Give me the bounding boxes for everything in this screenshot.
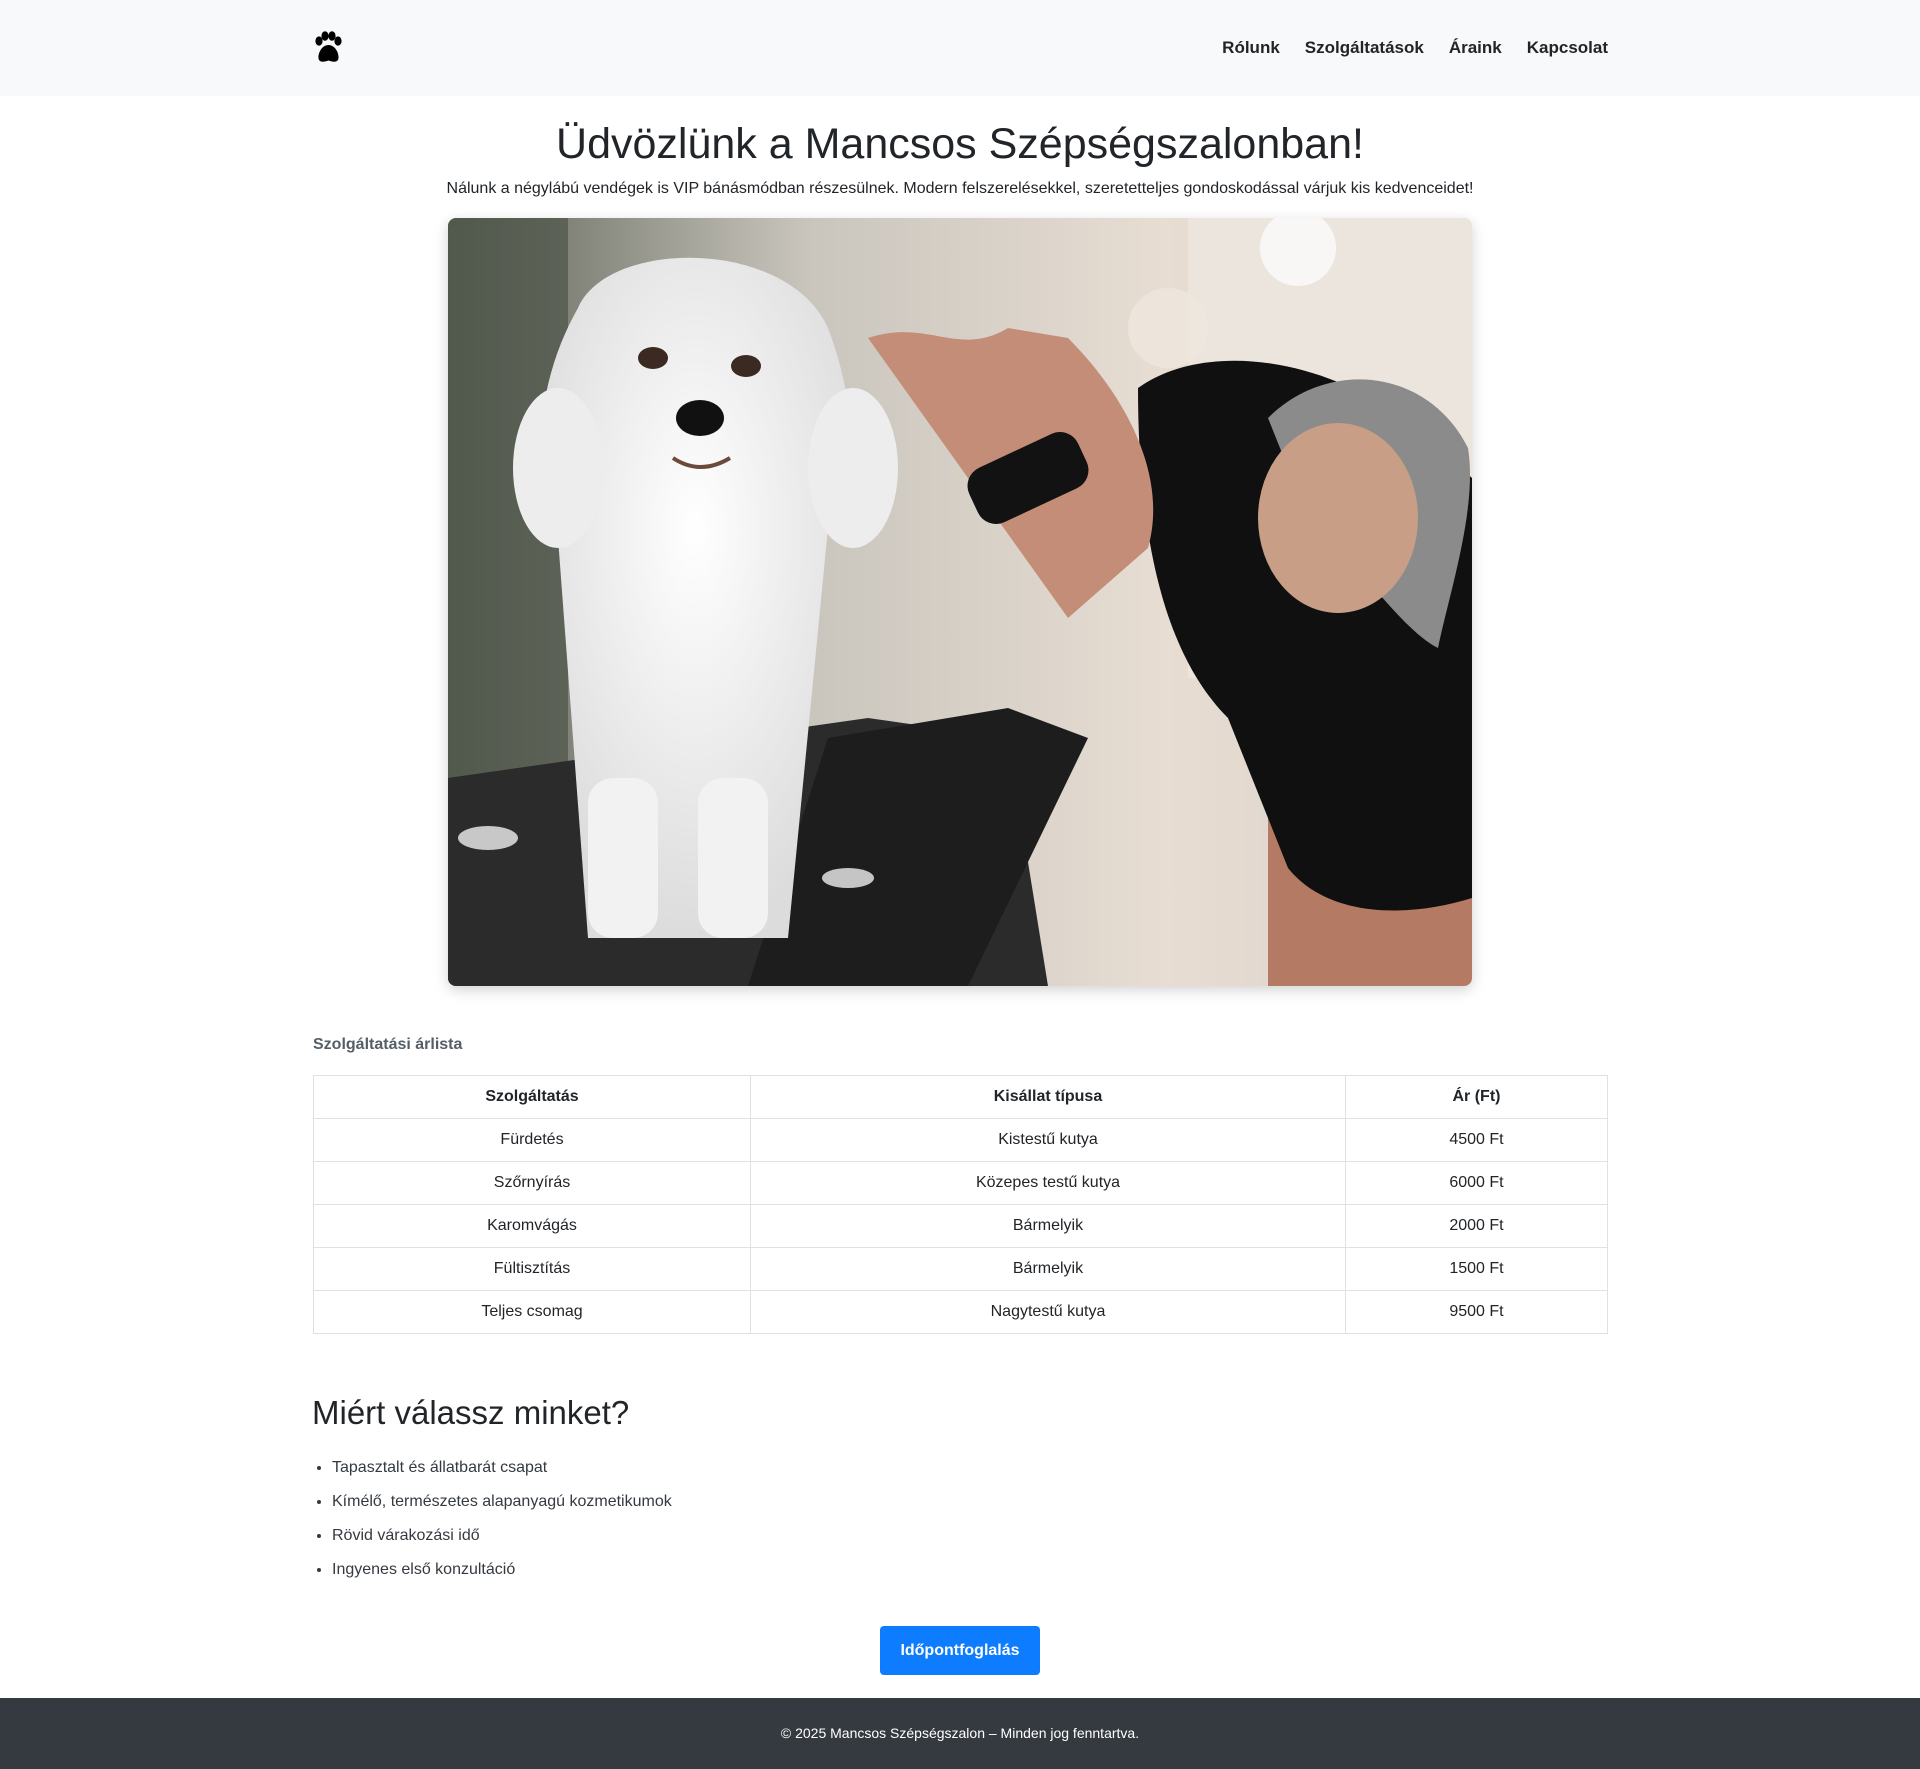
price-table-caption: Szolgáltatási árlista xyxy=(313,1036,463,1053)
nav-link-szolgaltatasok[interactable]: Szolgáltatások xyxy=(1305,37,1424,59)
table-cell: Szőrnyírás xyxy=(313,1161,751,1205)
navbar: Rólunk Szolgáltatások Áraink Kapcsolat xyxy=(0,0,1920,96)
table-header: Ár (Ft) xyxy=(1345,1075,1608,1119)
why-us-list: Tapasztalt és állatbarát csapat Kímélő, … xyxy=(332,1451,672,1587)
table-row: Fürdetés Kistestű kutya 4500 Ft xyxy=(313,1118,1608,1162)
list-item: Rövid várakozási idő xyxy=(332,1519,672,1553)
hero-subtitle: Nálunk a négylábú vendégek is VIP bánásm… xyxy=(446,180,1474,197)
table-cell: Bármelyik xyxy=(750,1204,1346,1248)
table-cell: Karomvágás xyxy=(313,1204,751,1248)
nav-link-rolunk[interactable]: Rólunk xyxy=(1222,37,1280,59)
main-nav: Rólunk Szolgáltatások Áraink Kapcsolat xyxy=(1222,37,1608,59)
nav-link-araink[interactable]: Áraink xyxy=(1449,37,1502,59)
table-header-row: Szolgáltatás Kisállat típusa Ár (Ft) xyxy=(313,1075,1608,1119)
hero-title: Üdvözlünk a Mancsos Szépségszalonban! xyxy=(556,120,1364,168)
nav-link-kapcsolat[interactable]: Kapcsolat xyxy=(1527,37,1608,59)
table-cell: Nagytestű kutya xyxy=(750,1290,1346,1334)
hero-image xyxy=(448,218,1472,986)
table-header: Kisállat típusa xyxy=(750,1075,1346,1119)
list-item: Kímélő, természetes alapanyagú kozmetiku… xyxy=(332,1485,672,1519)
table-row: Teljes csomag Nagytestű kutya 9500 Ft xyxy=(313,1290,1608,1334)
table-cell: Teljes csomag xyxy=(313,1290,751,1334)
table-cell: 9500 Ft xyxy=(1345,1290,1608,1334)
table-cell: 1500 Ft xyxy=(1345,1247,1608,1291)
table-row: Karomvágás Bármelyik 2000 Ft xyxy=(313,1204,1608,1248)
list-item: Tapasztalt és állatbarát csapat xyxy=(332,1451,672,1485)
table-cell: Közepes testű kutya xyxy=(750,1161,1346,1205)
table-header: Szolgáltatás xyxy=(313,1075,751,1119)
list-item: Ingyenes első konzultáció xyxy=(332,1553,672,1587)
price-table: Szolgáltatás Kisállat típusa Ár (Ft) Für… xyxy=(313,1075,1608,1334)
table-cell: 4500 Ft xyxy=(1345,1118,1608,1162)
paw-icon[interactable] xyxy=(310,30,346,66)
table-row: Szőrnyírás Közepes testű kutya 6000 Ft xyxy=(313,1161,1608,1205)
table-cell: Kistestű kutya xyxy=(750,1118,1346,1162)
footer-copyright: © 2025 Mancsos Szépségszalon – Minden jo… xyxy=(780,1725,1140,1741)
table-cell: Fürdetés xyxy=(313,1118,751,1162)
table-row: Fültisztítás Bármelyik 1500 Ft xyxy=(313,1247,1608,1291)
table-cell: Fültisztítás xyxy=(313,1247,751,1291)
table-cell: Bármelyik xyxy=(750,1247,1346,1291)
table-cell: 2000 Ft xyxy=(1345,1204,1608,1248)
footer: © 2025 Mancsos Szépségszalon – Minden jo… xyxy=(0,1698,1920,1769)
table-cell: 6000 Ft xyxy=(1345,1161,1608,1205)
booking-button[interactable]: Időpontfoglalás xyxy=(880,1626,1040,1675)
why-us-title: Miért válassz minket? xyxy=(312,1394,630,1431)
